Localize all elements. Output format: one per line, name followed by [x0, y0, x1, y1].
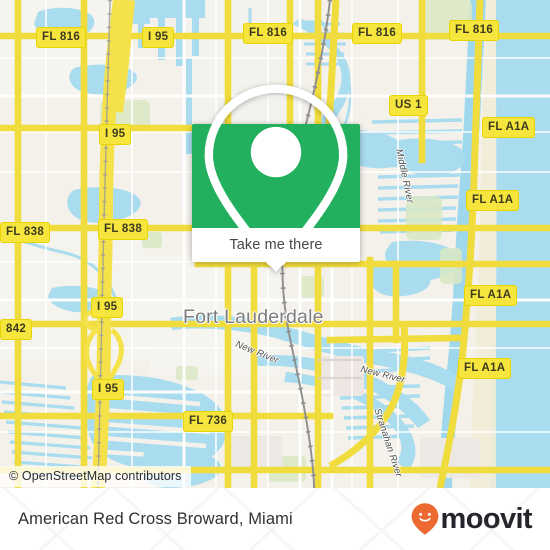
osm-attribution[interactable]: © OpenStreetMap contributors [0, 466, 191, 487]
location-popup[interactable]: Take me there [192, 84, 360, 272]
moovit-map-screenshot: FL 816 I 95 FL 816 FL 816 FL 816 US 1 FL A1A I … [0, 0, 550, 550]
moovit-pin-icon [411, 503, 438, 535]
map-canvas[interactable]: FL 816 I 95 FL 816 FL 816 FL 816 US 1 FL A1A I … [0, 0, 550, 488]
map-pin-icon [204, 84, 348, 268]
take-me-there-label: Take me there [229, 237, 323, 253]
moovit-wordmark: moovit [440, 502, 533, 535]
popup-icon-area [192, 84, 360, 268]
place-title: American Red Cross Broward, Miami [18, 509, 293, 528]
footer-bar: American Red Cross Broward, Miami moovit [0, 488, 550, 550]
popup-pointer [267, 262, 285, 272]
moovit-logo[interactable]: moovit [410, 502, 533, 536]
